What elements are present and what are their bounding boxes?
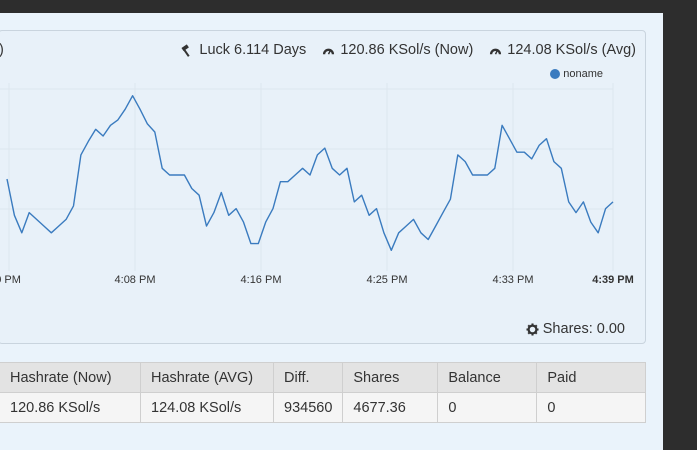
chart-legend[interactable]: noname: [550, 68, 603, 80]
cell-diff: 934560: [272, 392, 344, 423]
x-tick-label: 4:25 PM: [367, 274, 408, 286]
x-tick-label: 4:08 PM: [115, 274, 156, 286]
speedometer-icon: [490, 48, 502, 55]
cell-paid: 0: [536, 392, 647, 423]
gavel-icon: [181, 43, 190, 57]
col-shares[interactable]: Shares: [342, 362, 439, 393]
legend-marker: [550, 69, 561, 79]
worker-stats-table: Hashrate (Now) Hashrate (AVG) Diff. Shar…: [0, 362, 647, 423]
col-hashrate-avg[interactable]: Hashrate (AVG): [140, 362, 274, 393]
cell-hashrate-now: 120.86 KSol/s: [0, 392, 141, 423]
shares-footer: Shares: 0.00: [526, 321, 625, 337]
hashrate-now-stat: 120.86 KSol/s (Now): [322, 42, 473, 58]
x-tick-label: 4:33 PM: [493, 274, 534, 286]
hashrate-avg-stat: 124.08 KSol/s (Avg): [489, 42, 636, 58]
legend-series-name: noname: [563, 68, 603, 80]
cell-shares: 4677.36: [342, 392, 439, 423]
series-line-noname[interactable]: [6, 94, 614, 252]
speedometer-icon: [323, 48, 335, 55]
x-tick-label: 00 PM: [0, 274, 21, 286]
table-row: 120.86 KSol/s 124.08 KSol/s 934560 4677.…: [0, 392, 647, 423]
luck-value: Luck 6.114 Days: [199, 42, 307, 58]
shares-value: Shares: 0.00: [542, 321, 625, 337]
table-header-row: Hashrate (Now) Hashrate (AVG) Diff. Shar…: [0, 362, 647, 393]
luck-stat: Luck 6.114 Days: [181, 42, 306, 58]
x-tick-label: 4:39 PM: [592, 274, 634, 286]
hashrate-chart-panel: ) 00 PM4:08 PM4:16 PM4:25 PM4:33 PM4:39 …: [0, 30, 646, 344]
col-diff[interactable]: Diff.: [272, 362, 344, 393]
stats-bar: Luck 6.114 Days 120.86 KSol/s (Now) 124.…: [181, 42, 636, 58]
x-tick-label: 4:16 PM: [241, 274, 282, 286]
gear-icon: [526, 322, 539, 336]
cell-balance: 0: [437, 392, 538, 423]
col-paid[interactable]: Paid: [536, 362, 647, 393]
col-hashrate-now[interactable]: Hashrate (Now): [0, 362, 141, 393]
hashrate-now-value: 120.86 KSol/s (Now): [340, 42, 474, 58]
hashrate-avg-value: 124.08 KSol/s (Avg): [507, 42, 636, 58]
col-balance[interactable]: Balance: [437, 362, 538, 393]
cell-hashrate-avg: 124.08 KSol/s: [140, 392, 274, 423]
page-area: ) 00 PM4:08 PM4:16 PM4:25 PM4:33 PM4:39 …: [0, 13, 663, 450]
